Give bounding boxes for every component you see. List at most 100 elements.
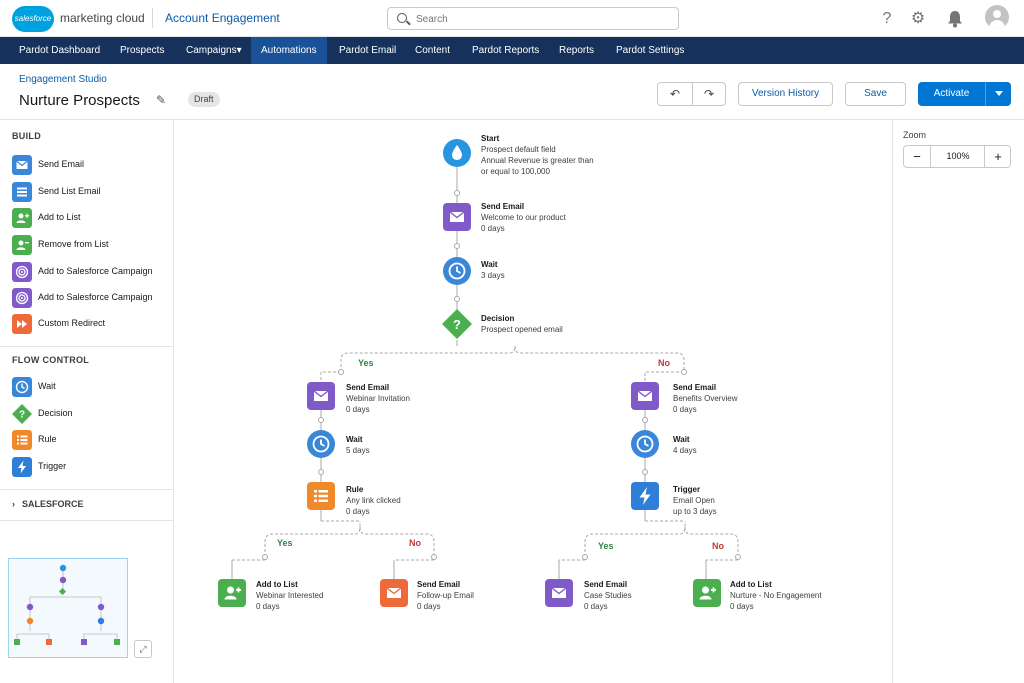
salesforce-logo[interactable]: salesforce	[12, 6, 54, 32]
node-detail: 0 days	[256, 602, 280, 611]
email-icon[interactable]	[380, 579, 408, 607]
nav-pardot-email[interactable]: Pardot Email	[329, 37, 406, 64]
right-yes-action-label: Send Email Case Studies 0 days	[584, 579, 632, 612]
node-title: Send Email	[417, 580, 461, 589]
clock-icon	[12, 377, 32, 397]
decision-icon[interactable]: ?	[442, 309, 472, 339]
tool-remove-from-list[interactable]: Remove from List	[12, 235, 172, 255]
node-detail: Annual Revenue is greater than	[481, 156, 594, 165]
node-detail: Webinar Invitation	[346, 394, 410, 403]
nav-reports[interactable]: Reports	[549, 37, 604, 64]
node-detail: 0 days	[417, 602, 441, 611]
add-user-icon[interactable]	[218, 579, 246, 607]
breadcrumb[interactable]: Engagement Studio	[19, 74, 107, 85]
node-detail: or equal to 100,000	[481, 167, 550, 176]
start-icon[interactable]	[443, 139, 471, 167]
right-send-email-label: Send Email Benefits Overview 0 days	[673, 382, 737, 415]
brand-separator	[152, 8, 153, 28]
tool-label: Trigger	[38, 461, 67, 471]
logo-text: salesforce	[14, 14, 52, 23]
bell-icon[interactable]	[945, 9, 965, 29]
section-divider	[0, 520, 174, 521]
email-icon[interactable]	[545, 579, 573, 607]
node-detail: 0 days	[481, 224, 505, 233]
node-detail: Prospect default field	[481, 145, 556, 154]
node-detail: Webinar Interested	[256, 591, 324, 600]
canvas-minimap[interactable]	[8, 558, 128, 658]
email-icon[interactable]	[443, 203, 471, 231]
build-section-title: BUILD	[12, 131, 41, 141]
version-history-button[interactable]: Version History	[738, 82, 833, 106]
user-avatar[interactable]	[985, 5, 1009, 29]
zoom-out-button[interactable]: −	[904, 146, 930, 167]
node-detail: 0 days	[346, 405, 370, 414]
app-name[interactable]: Account Engagement	[165, 11, 280, 25]
salesforce-section-toggle[interactable]: › SALESFORCE	[12, 499, 84, 509]
zoom-control: − 100% +	[903, 145, 1011, 168]
redirect-icon	[12, 314, 32, 334]
global-search[interactable]	[387, 7, 679, 30]
node-detail: Case Studies	[584, 591, 632, 600]
email-icon[interactable]	[631, 382, 659, 410]
search-input[interactable]	[416, 11, 666, 27]
nav-automations[interactable]: Automations	[251, 37, 327, 64]
send-email-welcome-label: Send Email Welcome to our product 0 days	[481, 201, 566, 234]
undo-redo-divider	[692, 83, 693, 105]
node-title: Start	[481, 134, 500, 143]
tool-wait[interactable]: Wait	[12, 377, 172, 397]
tool-decision[interactable]: ? Decision	[12, 404, 172, 424]
tool-rule[interactable]: Rule	[12, 430, 172, 450]
tool-add-to-salesforce-campaign-2[interactable]: Add to Salesforce Campaign	[12, 288, 172, 308]
node-detail: 4 days	[673, 446, 697, 455]
tool-label: Rule	[38, 434, 57, 444]
zoom-label: Zoom	[903, 130, 927, 140]
rule-yes-label: Yes	[277, 538, 293, 548]
tool-label: Remove from List	[38, 239, 109, 249]
decision-icon: ?	[12, 404, 32, 424]
node-title: Decision	[481, 314, 515, 323]
fit-to-screen-icon[interactable]: ⤢	[134, 640, 152, 658]
node-detail: 0 days	[584, 602, 608, 611]
redo-icon[interactable]: ↷	[699, 86, 719, 102]
activate-button[interactable]: Activate	[918, 82, 985, 106]
pencil-icon[interactable]: ✎	[156, 93, 166, 107]
global-header: salesforce marketing cloud Account Engag…	[0, 0, 1024, 37]
nav-content[interactable]: Content	[405, 37, 460, 64]
tool-add-to-list[interactable]: Add to List	[12, 208, 172, 228]
add-user-icon[interactable]	[693, 579, 721, 607]
tool-trigger[interactable]: Trigger	[12, 457, 172, 477]
node-title: Add to List	[730, 580, 772, 589]
rule-icon[interactable]	[307, 482, 335, 510]
rule-no-label: No	[409, 538, 421, 548]
section-divider	[0, 489, 174, 490]
nav-pardot-reports[interactable]: Pardot Reports	[462, 37, 549, 64]
nav-prospects[interactable]: Prospects	[110, 37, 174, 64]
nav-campaigns[interactable]: Campaigns▾	[176, 37, 252, 64]
left-yes-action-label: Add to List Webinar Interested 0 days	[256, 579, 323, 612]
flow-canvas[interactable]: Start Prospect default field Annual Reve…	[175, 120, 892, 683]
decision-no-label: No	[658, 358, 670, 368]
section-divider	[0, 346, 174, 347]
chevron-right-icon: ›	[12, 499, 15, 509]
zoom-in-button[interactable]: +	[985, 146, 1011, 167]
email-icon[interactable]	[307, 382, 335, 410]
nav-pardot-dashboard[interactable]: Pardot Dashboard	[9, 37, 110, 64]
tool-send-list-email[interactable]: Send List Email	[12, 182, 172, 202]
tool-label: Add to Salesforce Campaign	[38, 266, 153, 276]
help-icon[interactable]: ?	[877, 9, 897, 29]
clock-icon[interactable]	[631, 430, 659, 458]
undo-icon[interactable]: ↶	[665, 86, 685, 102]
activate-menu-button[interactable]	[985, 82, 1011, 106]
node-detail: 0 days	[730, 602, 754, 611]
trigger-icon[interactable]	[631, 482, 659, 510]
tool-add-to-salesforce-campaign[interactable]: Add to Salesforce Campaign	[12, 262, 172, 282]
node-detail: 0 days	[673, 405, 697, 414]
campaign-icon	[12, 262, 32, 282]
tool-send-email[interactable]: Send Email	[12, 155, 172, 175]
nav-pardot-settings[interactable]: Pardot Settings	[606, 37, 694, 64]
clock-icon[interactable]	[307, 430, 335, 458]
save-button[interactable]: Save	[845, 82, 906, 106]
clock-icon[interactable]	[443, 257, 471, 285]
tool-custom-redirect[interactable]: Custom Redirect	[12, 314, 172, 334]
gear-icon[interactable]: ⚙	[908, 9, 928, 29]
